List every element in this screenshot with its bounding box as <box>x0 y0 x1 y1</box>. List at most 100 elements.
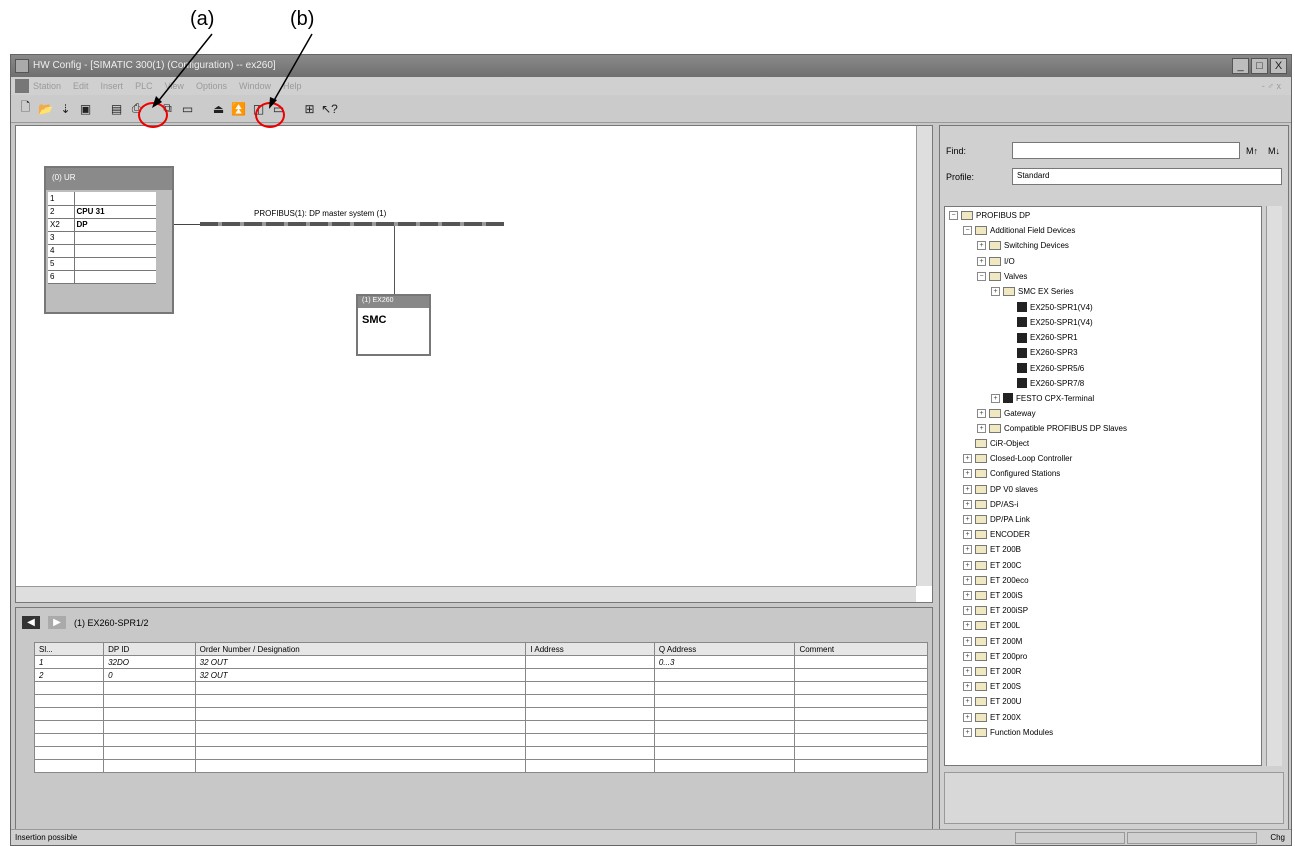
expand-icon[interactable]: + <box>977 408 986 418</box>
tree-item[interactable]: + Closed-Loop Controller <box>963 454 1072 464</box>
expand-icon[interactable]: + <box>977 256 986 266</box>
table-cell: 32 OUT <box>194 655 527 669</box>
tree-item[interactable]: + ET 200S <box>963 682 1021 692</box>
rack-slot-row[interactable]: 1 <box>48 192 156 206</box>
collapse-icon[interactable]: − <box>963 226 972 236</box>
expand-icon[interactable]: + <box>977 241 986 251</box>
expand-icon[interactable]: + <box>963 621 972 631</box>
column-header[interactable]: Q Address <box>653 642 796 656</box>
expand-icon[interactable]: + <box>963 560 972 570</box>
find-down-button[interactable]: M↑ <box>1246 146 1258 156</box>
rack-slot-row[interactable]: 2 CPU 31 <box>48 205 156 219</box>
tree-item[interactable]: + ET 200iS <box>963 591 1023 600</box>
expand-icon[interactable]: + <box>963 530 972 540</box>
tree-item[interactable]: + ET 200U <box>963 697 1021 707</box>
tree-item[interactable]: + ET 200R <box>963 667 1021 676</box>
tree-item[interactable]: EX260-SPR7/8 <box>1005 378 1084 389</box>
expand-icon[interactable]: + <box>963 697 972 707</box>
tree-item[interactable]: + ET 200M <box>963 636 1022 646</box>
find-input[interactable] <box>1012 142 1240 159</box>
expand-icon[interactable]: + <box>963 667 972 676</box>
expand-icon[interactable]: + <box>963 575 972 585</box>
expand-icon[interactable]: + <box>963 682 972 692</box>
tree-item[interactable]: + ET 200iSP <box>963 606 1028 616</box>
tree-item[interactable]: CiR-Object <box>963 439 1029 448</box>
tree-item[interactable]: + ET 200eco <box>963 575 1029 585</box>
back-arrow-icon[interactable]: ◀ <box>22 616 40 629</box>
expand-icon[interactable]: + <box>991 287 1000 296</box>
tree-item[interactable]: EX250-SPR1(V4) <box>1005 317 1093 328</box>
dp-master-system-line[interactable] <box>200 222 504 226</box>
expand-icon[interactable]: + <box>977 423 986 433</box>
expand-icon[interactable]: + <box>963 591 972 600</box>
collapse-icon[interactable]: − <box>949 211 958 220</box>
tree-item[interactable]: + ENCODER <box>963 530 1030 540</box>
expand-icon[interactable]: + <box>991 393 1000 403</box>
tree-item[interactable]: − PROFIBUS DP <box>949 211 1030 220</box>
expand-icon[interactable]: + <box>963 515 972 524</box>
tree-item[interactable]: EX250-SPR1(V4) <box>1005 302 1093 313</box>
tree-item[interactable]: + SMC EX Series <box>991 287 1074 296</box>
tree-item-label: EX260-SPR3 <box>1030 348 1078 358</box>
forward-arrow-icon[interactable]: ▶ <box>48 616 66 629</box>
tree-item[interactable]: + DP/AS-i <box>963 499 1018 509</box>
rack-slot-row[interactable]: 5 <box>48 257 156 271</box>
expand-icon[interactable]: + <box>963 727 972 737</box>
slave-device-ex260[interactable]: (1) EX260 SMC <box>356 294 431 356</box>
collapse-icon[interactable]: − <box>977 271 986 281</box>
expand-icon[interactable]: + <box>963 469 972 479</box>
catalog-vscroll[interactable] <box>1266 206 1282 766</box>
folder-icon <box>975 697 987 707</box>
expand-icon[interactable]: + <box>963 499 972 509</box>
tree-item[interactable]: + DP/PA Link <box>963 515 1030 524</box>
tree-item[interactable]: + ET 200C <box>963 560 1021 570</box>
tree-item[interactable]: + Configured Stations <box>963 469 1060 479</box>
column-header[interactable]: Comment <box>794 642 928 656</box>
tree-item[interactable]: + DP V0 slaves <box>963 484 1038 494</box>
tree-item[interactable]: + Gateway <box>977 408 1036 418</box>
close-button[interactable]: X <box>1270 58 1287 74</box>
expand-icon[interactable]: + <box>963 651 972 661</box>
minimize-button[interactable]: _ <box>1232 58 1249 74</box>
tree-item[interactable]: + Function Modules <box>963 727 1053 737</box>
tree-item[interactable]: + Compatible PROFIBUS DP Slaves <box>977 423 1127 433</box>
tree-item[interactable]: EX260-SPR1 <box>1005 332 1078 343</box>
tree-item[interactable]: + ET 200L <box>963 621 1020 631</box>
tree-item[interactable]: + ET 200B <box>963 545 1021 555</box>
expand-icon[interactable]: + <box>963 545 972 555</box>
tree-item[interactable]: EX260-SPR3 <box>1005 347 1078 358</box>
profile-select[interactable]: Standard <box>1012 168 1282 185</box>
tree-item[interactable]: + Switching Devices <box>977 241 1069 251</box>
expand-icon[interactable]: + <box>963 484 972 494</box>
tree-item[interactable]: + ET 200X <box>963 712 1021 722</box>
rack-slot-row[interactable]: 3 <box>48 231 156 245</box>
column-header[interactable]: Order Number / Designation <box>194 642 527 656</box>
station-hscroll[interactable] <box>16 586 916 602</box>
folder-icon <box>989 241 1001 251</box>
expand-icon[interactable]: + <box>963 636 972 646</box>
column-header[interactable]: I Address <box>525 642 655 656</box>
rack-slot-row[interactable]: 4 <box>48 244 156 258</box>
table-row[interactable]: 1 32DO 32 OUT 0...3 <box>33 655 928 669</box>
expand-icon[interactable]: + <box>963 606 972 616</box>
tree-item[interactable]: − Valves <box>977 271 1027 281</box>
tree-item[interactable]: + I/O <box>977 256 1015 266</box>
station-vscroll[interactable] <box>916 126 932 586</box>
tree-item[interactable]: EX260-SPR5/6 <box>1005 363 1084 373</box>
empty-row <box>33 707 928 721</box>
column-header[interactable]: DP ID <box>103 642 196 656</box>
rack-slot-row[interactable]: X2 DP <box>48 218 156 232</box>
mdi-controls[interactable]: - ♂ x <box>1262 77 1281 95</box>
column-header[interactable]: Sl... <box>33 642 105 656</box>
maximize-button[interactable]: □ <box>1251 58 1268 74</box>
tree-item[interactable]: + FESTO CPX-Terminal <box>991 393 1094 404</box>
find-up-button[interactable]: M↓ <box>1268 146 1280 156</box>
rack-ur[interactable]: (0) UR 1 2 CPU 31 X2 DP 3 4 5 6 <box>44 166 174 314</box>
tree-item[interactable]: + ET 200pro <box>963 651 1027 661</box>
expand-icon[interactable]: + <box>963 712 972 722</box>
rack-slot-row[interactable]: 6 <box>48 270 156 284</box>
expand-icon[interactable]: + <box>963 454 972 464</box>
tree-item[interactable]: − Additional Field Devices <box>963 226 1075 236</box>
table-row[interactable]: 2 0 32 OUT <box>33 668 928 682</box>
dp-connector <box>174 224 202 225</box>
